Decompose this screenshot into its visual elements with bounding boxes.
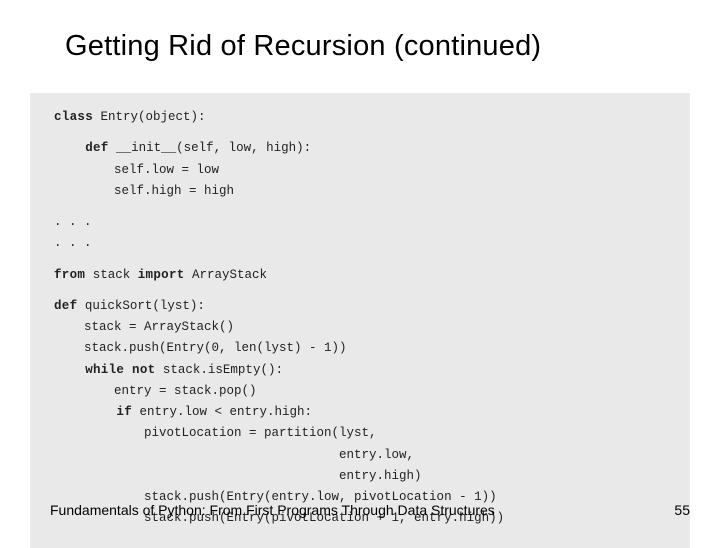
code-text: Entry(object): [93,110,206,124]
slide-footer: Fundamentals of Python: From First Progr… [50,502,690,518]
code-text: ArrayStack [185,268,268,282]
slide: Getting Rid of Recursion (continued) cla… [0,0,720,540]
code-text: stack [85,268,138,282]
keyword-def: def [54,141,109,155]
code-text: stack.isEmpty(): [155,363,283,377]
footer-book-title: Fundamentals of Python: From First Progr… [50,502,495,518]
code-line: while not stack.isEmpty(): [54,360,666,381]
code-line: entry.low, [54,445,666,466]
code-line: stack = ArrayStack() [54,317,666,338]
keyword-class: class [54,110,93,124]
code-line: entry.high) [54,466,666,487]
footer-page-number: 55 [674,502,690,518]
keyword-import: import [138,268,185,282]
code-line: stack.push(Entry(0, len(lyst) - 1)) [54,338,666,359]
code-line: . . . [54,212,666,233]
code-text: quickSort(lyst): [77,299,205,313]
keyword-if: if [54,405,132,419]
code-line: def quickSort(lyst): [54,296,666,317]
code-line: pivotLocation = partition(lyst, [54,423,666,444]
code-block: class Entry(object): def __init__(self, … [30,93,690,548]
code-line: self.low = low [54,160,666,181]
code-line: def __init__(self, low, high): [54,138,666,159]
code-line: self.high = high [54,181,666,202]
slide-title: Getting Rid of Recursion (continued) [65,30,670,63]
code-line: . . . [54,233,666,254]
code-line: from stack import ArrayStack [54,265,666,286]
code-text: entry.low < entry.high: [132,405,312,419]
code-line: class Entry(object): [54,107,666,128]
keyword-from: from [54,268,85,282]
code-line: if entry.low < entry.high: [54,402,666,423]
keyword-while-not: while not [54,363,155,377]
code-text: __init__(self, low, high): [109,141,312,155]
keyword-def: def [54,299,77,313]
code-line: entry = stack.pop() [54,381,666,402]
